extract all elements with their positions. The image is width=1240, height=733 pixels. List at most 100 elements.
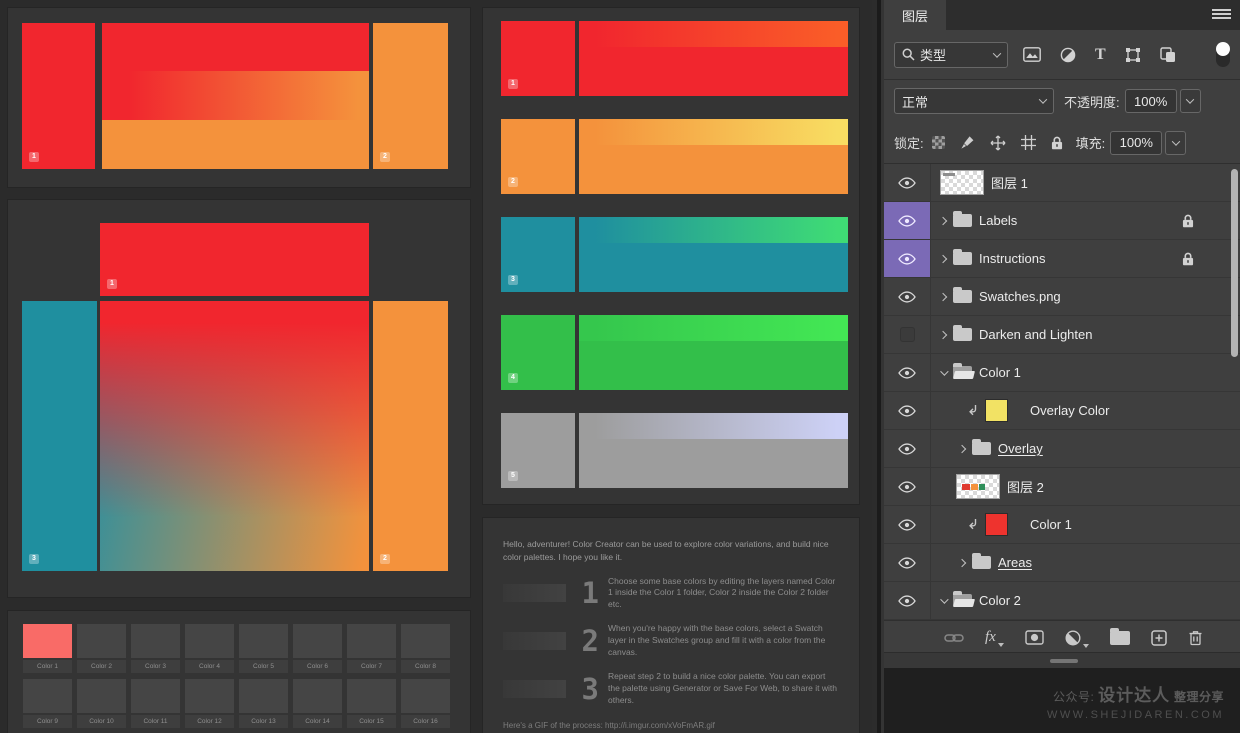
layer-row-overlay-color[interactable]: Overlay Color: [884, 392, 1240, 430]
fill-input[interactable]: 100%: [1110, 131, 1162, 155]
tab-layers[interactable]: 图层: [884, 0, 946, 30]
open-folder-icon: [953, 366, 972, 379]
collapse-chevron-icon[interactable]: [940, 595, 948, 603]
shape-badge: 2: [380, 152, 390, 162]
filter-smart-objects-icon[interactable]: [1160, 47, 1176, 63]
layer-name[interactable]: Overlay Color: [1030, 403, 1109, 418]
filtering-toggle[interactable]: [1216, 42, 1230, 67]
layer-row-swatches-png[interactable]: Swatches.png: [884, 278, 1240, 316]
layer-row-areas-group[interactable]: Areas: [884, 544, 1240, 582]
visibility-toggle[interactable]: [884, 582, 931, 619]
layer-row-tuceng2[interactable]: 图层 2: [884, 468, 1240, 506]
layer-name[interactable]: Labels: [979, 213, 1017, 228]
new-adjustment-layer-button[interactable]: [1065, 630, 1089, 646]
add-layer-mask-button[interactable]: [1025, 630, 1044, 645]
vertical-scrollbar-thumb[interactable]: [1231, 169, 1238, 357]
layer-name[interactable]: 图层 2: [1007, 477, 1044, 496]
layer-row-overlay-group[interactable]: Overlay: [884, 430, 1240, 468]
toggle-knob: [1216, 42, 1230, 56]
expand-chevron-icon[interactable]: [939, 254, 947, 262]
lock-artboard-icon[interactable]: [1021, 135, 1036, 150]
layer-style-fx-button[interactable]: fx: [985, 630, 1004, 645]
new-group-button[interactable]: [1110, 631, 1130, 645]
layer-row-instructions[interactable]: Instructions: [884, 240, 1240, 278]
visibility-toggle[interactable]: [884, 164, 931, 201]
palette-cell: Color 12: [185, 679, 234, 728]
layer-row-color-2-group[interactable]: Color 2: [884, 582, 1240, 620]
palette-label: Color 8: [401, 660, 450, 673]
filter-type-layers-icon[interactable]: T: [1095, 47, 1106, 63]
filter-adjustment-layers-icon[interactable]: [1060, 47, 1076, 63]
layer-name[interactable]: Color 1: [1030, 517, 1072, 532]
layer-thumbnail[interactable]: [940, 170, 984, 195]
visibility-toggle[interactable]: [884, 278, 931, 315]
color-bar-row-1: 1: [501, 21, 859, 96]
visibility-toggle[interactable]: [884, 506, 931, 543]
opacity-input[interactable]: 100%: [1125, 89, 1177, 113]
blend-mode-select[interactable]: 正常: [894, 88, 1054, 114]
layer-row-color-1-group[interactable]: Color 1: [884, 354, 1240, 392]
horizontal-scrollbar-thumb[interactable]: [1050, 659, 1078, 663]
delete-layer-trash-button[interactable]: [1188, 630, 1203, 646]
expand-chevron-icon[interactable]: [939, 292, 947, 300]
collapse-chevron-icon[interactable]: [940, 367, 948, 375]
layer-name[interactable]: Darken and Lighten: [979, 327, 1092, 342]
link-layers-button[interactable]: [944, 632, 964, 644]
flat-strip: [579, 439, 848, 488]
visibility-toggle[interactable]: [884, 392, 931, 429]
filter-row: 类型 T: [884, 30, 1240, 80]
opacity-dropdown-button[interactable]: [1180, 89, 1201, 113]
lock-pixels-brush-icon[interactable]: [960, 135, 975, 150]
eye-icon: [898, 557, 916, 569]
visibility-toggle[interactable]: [884, 202, 931, 239]
lock-icon: [1182, 214, 1194, 228]
color-fill-thumbnail[interactable]: [985, 513, 1008, 536]
color-fill-thumbnail[interactable]: [985, 399, 1008, 422]
band-orange: [102, 120, 369, 169]
layer-row-color-1-fill[interactable]: Color 1: [884, 506, 1240, 544]
palette-grid: Color 1 Color 2 Color 3 Color 4 Color 5 …: [8, 611, 470, 728]
visibility-toggle[interactable]: [884, 240, 931, 277]
visibility-toggle[interactable]: [884, 430, 931, 467]
color-bar-row-3: 3: [501, 217, 859, 292]
canvas-area[interactable]: 1 2 1 3 2: [0, 0, 872, 733]
layer-thumbnail[interactable]: [956, 474, 1000, 499]
visibility-toggle[interactable]: [884, 354, 931, 391]
lock-all-icon[interactable]: [1051, 136, 1063, 150]
visibility-toggle[interactable]: [884, 316, 931, 353]
panel-menu-icon[interactable]: [1212, 9, 1231, 19]
expand-chevron-icon[interactable]: [939, 216, 947, 224]
visibility-toggle[interactable]: [884, 468, 931, 505]
palette-label: Color 13: [239, 715, 288, 728]
lock-transparency-icon[interactable]: [932, 136, 945, 149]
layer-name[interactable]: Areas: [998, 555, 1032, 570]
filter-shape-layers-icon[interactable]: [1125, 47, 1141, 63]
layer-row-darken-and-lighten[interactable]: Darken and Lighten: [884, 316, 1240, 354]
fill-dropdown-button[interactable]: [1165, 131, 1186, 155]
variation-bar: [579, 413, 848, 488]
layer-name[interactable]: Instructions: [979, 251, 1045, 266]
panel-divider[interactable]: [872, 0, 884, 733]
filter-type-dropdown[interactable]: 类型: [894, 42, 1008, 68]
color-bar-row-2: 2: [501, 119, 859, 194]
watermark-prefix: 公众号:: [1053, 690, 1094, 704]
blend-mode-row: 正常 不透明度: 100%: [884, 80, 1240, 122]
shape-badge: 1: [508, 79, 518, 89]
visibility-toggle[interactable]: [884, 544, 931, 581]
layer-name[interactable]: Color 1: [979, 365, 1021, 380]
filter-pixel-layers-icon[interactable]: [1023, 47, 1041, 62]
expand-chevron-icon[interactable]: [958, 558, 966, 566]
layer-name[interactable]: Color 2: [979, 593, 1021, 608]
flat-strip: [579, 341, 848, 390]
palette-swatch-empty: [293, 624, 342, 658]
lock-position-move-icon[interactable]: [990, 135, 1006, 151]
layer-name[interactable]: Overlay: [998, 441, 1043, 456]
layer-name[interactable]: 图层 1: [991, 173, 1028, 192]
layer-row-labels[interactable]: Labels: [884, 202, 1240, 240]
new-layer-button[interactable]: [1151, 630, 1167, 646]
layer-name[interactable]: Swatches.png: [979, 289, 1061, 304]
layer-row-tuceng1[interactable]: 图层 1: [884, 164, 1240, 202]
expand-chevron-icon[interactable]: [958, 444, 966, 452]
expand-chevron-icon[interactable]: [939, 330, 947, 338]
palette-swatch-empty: [185, 624, 234, 658]
